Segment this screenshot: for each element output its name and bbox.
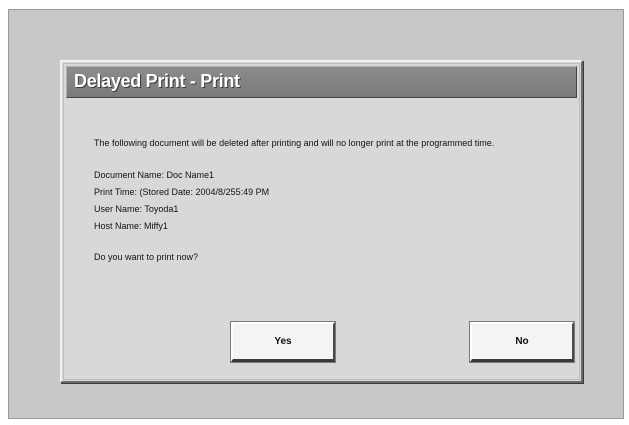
dialog-question: Do you want to print now? [94,252,199,262]
user-name-text: User Name: Toyoda1 [94,204,179,214]
print-time-text: Print Time: (Stored Date: 2004/8/255:49 … [94,187,270,197]
document-name-text: Document Name: Doc Name1 [94,170,215,180]
host-name-text: Host Name: Miffy1 [94,221,168,231]
no-button[interactable]: No [470,322,574,362]
screen-background: Delayed Print - Print The following docu… [8,9,624,419]
dialog-message: The following document will be deleted a… [94,138,495,148]
dialog-titlebar: Delayed Print - Print [66,66,577,98]
delayed-print-dialog: Delayed Print - Print The following docu… [60,60,583,383]
yes-button[interactable]: Yes [231,322,335,362]
dialog-title: Delayed Print - Print [74,71,240,91]
